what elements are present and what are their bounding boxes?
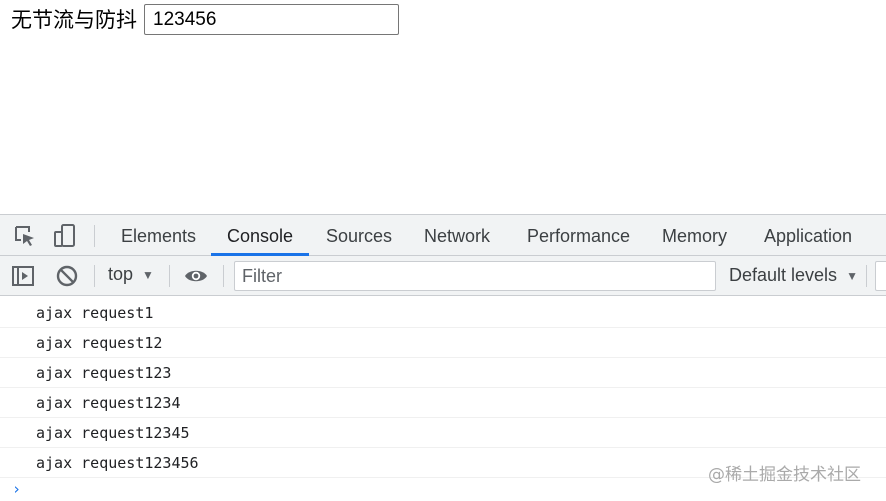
page-viewport: 无节流与防抖: [0, 0, 886, 214]
context-selector-label: top: [108, 264, 134, 284]
console-log-line: ajax request12345: [0, 418, 886, 448]
toolbar-separator: [223, 265, 224, 287]
tabbar-separator: [94, 225, 95, 247]
demo-row: 无节流与防抖: [11, 4, 399, 35]
tab-memory[interactable]: Memory: [662, 215, 727, 256]
caret-down-icon: ▼: [846, 268, 858, 283]
watermark: @稀土掘金技术社区: [708, 465, 861, 485]
console-prompt-icon[interactable]: ›: [12, 480, 21, 498]
toolbar-separator: [866, 265, 867, 287]
tab-network[interactable]: Network: [424, 215, 490, 256]
console-filter-input[interactable]: [234, 261, 716, 291]
log-levels-label: Default levels: [729, 265, 838, 285]
console-settings-partial[interactable]: [875, 261, 886, 291]
tab-performance[interactable]: Performance: [527, 215, 630, 256]
tab-elements[interactable]: Elements: [121, 215, 196, 256]
console-sidebar-icon[interactable]: [11, 264, 35, 288]
demo-text-input[interactable]: [144, 4, 399, 35]
tab-application[interactable]: Application: [764, 215, 852, 256]
console-log-line: ajax request12: [0, 328, 886, 358]
console-log-line: ajax request1: [0, 298, 886, 328]
eye-icon[interactable]: [184, 264, 208, 288]
demo-label: 无节流与防抖: [11, 7, 137, 32]
toolbar-separator: [94, 265, 95, 287]
tab-sources[interactable]: Sources: [326, 215, 392, 256]
clear-console-icon[interactable]: [55, 264, 79, 288]
caret-down-icon: ▼: [142, 267, 154, 282]
console-log-line: ajax request1234: [0, 388, 886, 418]
inspect-element-icon[interactable]: [13, 224, 37, 248]
log-levels-dropdown[interactable]: Default levels ▼: [729, 265, 858, 286]
tab-console[interactable]: Console: [227, 215, 293, 256]
toolbar-separator: [169, 265, 170, 287]
devtools-panel: Elements Console Sources Network Perform…: [0, 214, 886, 501]
console-toolbar: top ▼ Default levels ▼: [0, 256, 886, 296]
devtools-tabbar: Elements Console Sources Network Perform…: [0, 215, 886, 256]
device-toggle-icon[interactable]: [53, 224, 77, 248]
context-selector[interactable]: top ▼: [108, 264, 154, 285]
console-log-line: ajax request123: [0, 358, 886, 388]
